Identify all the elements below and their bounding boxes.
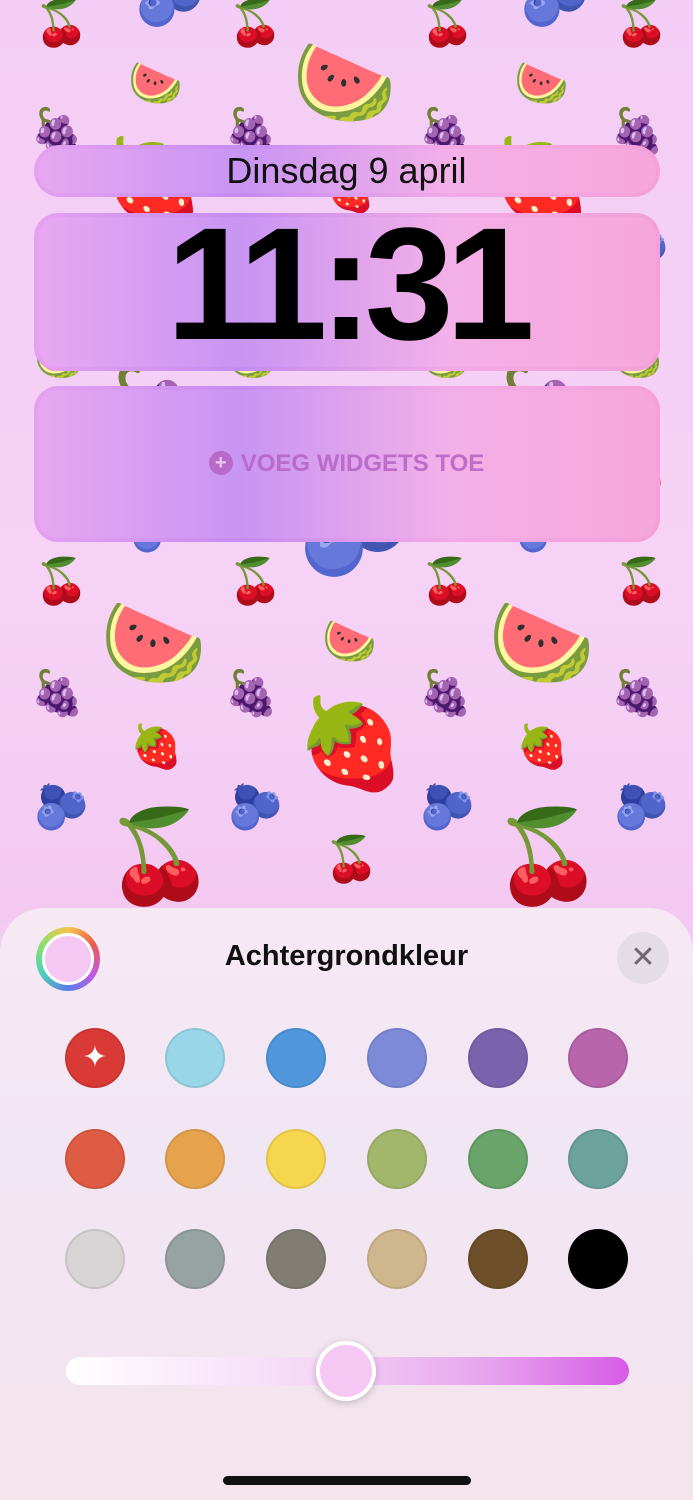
grapes-icon: 🍇 — [610, 668, 665, 719]
lock-screen-editor: 🍒 🫐 🍒 🍒 🫐 🍒 🍉 🍉 🍉 🍇 🍇 🍇 🍇 🍓 🍓 🍓 🫐 🫐 🫐 🫐 … — [0, 0, 693, 1500]
swatch-green[interactable] — [468, 1129, 528, 1189]
swatch-purple[interactable] — [468, 1028, 528, 1088]
swatch-light-gray[interactable] — [65, 1229, 125, 1289]
watermelon-icon: 🍉 — [514, 58, 569, 109]
swatch-light-blue[interactable] — [165, 1028, 225, 1088]
cherries-icon: 🍒 — [492, 804, 605, 909]
swatch-teal[interactable] — [568, 1129, 628, 1189]
plus-icon: + — [208, 451, 233, 475]
cherries-icon: 🍒 — [34, 0, 89, 49]
lock-time: 11:31 — [166, 194, 534, 373]
cherries-icon: 🍒 — [420, 556, 475, 607]
swatch-brown[interactable] — [468, 1229, 528, 1289]
cherries-icon: 🍒 — [228, 0, 283, 49]
home-indicator[interactable] — [223, 1476, 471, 1485]
swatch-orange[interactable] — [165, 1129, 225, 1189]
blueberries-icon: 🫐 — [135, 0, 205, 26]
cherries-icon: 🍒 — [614, 556, 669, 607]
blueberries-icon: 🫐 — [520, 0, 590, 26]
swatch-black[interactable] — [568, 1229, 628, 1289]
sheet-title: Achtergrondkleur — [224, 940, 469, 972]
swatch-dark-gray[interactable] — [266, 1229, 326, 1289]
grapes-icon: 🍇 — [418, 668, 473, 719]
swatch-special[interactable]: ✦ — [65, 1028, 125, 1088]
grapes-icon: 🍇 — [30, 668, 85, 719]
watermelon-icon: 🍉 — [100, 593, 208, 693]
blueberries-icon: 🫐 — [614, 782, 669, 833]
watermelon-icon: 🍉 — [322, 616, 377, 667]
swatch-yellow[interactable] — [266, 1129, 326, 1189]
swatch-blue[interactable] — [266, 1028, 326, 1088]
cherries-icon: 🍒 — [104, 804, 217, 909]
background-color-sheet — [0, 908, 693, 1500]
blueberries-icon: 🫐 — [34, 782, 89, 833]
close-icon: ✕ — [630, 941, 656, 974]
cherries-icon: 🍒 — [614, 0, 669, 49]
strawberry-icon: 🍓 — [130, 722, 183, 771]
swatch-magenta[interactable] — [568, 1028, 628, 1088]
blueberries-icon: 🫐 — [420, 782, 475, 833]
cherries-icon: 🍒 — [228, 556, 283, 607]
blueberries-icon: 🫐 — [228, 782, 283, 833]
cherries-icon: 🍒 — [324, 834, 379, 885]
swatch-tan[interactable] — [367, 1229, 427, 1289]
grapes-icon: 🍇 — [224, 668, 279, 719]
watermelon-icon: 🍉 — [488, 593, 596, 693]
sparkles-icon: ✦ — [82, 1041, 108, 1074]
watermelon-icon: 🍉 — [292, 33, 397, 131]
add-widgets-button[interactable]: + VOEG WIDGETS TOE — [0, 450, 693, 478]
swatch-slate[interactable] — [165, 1229, 225, 1289]
slider-thumb[interactable] — [316, 1341, 376, 1401]
watermelon-icon: 🍉 — [128, 58, 183, 109]
cherries-icon: 🍒 — [420, 0, 475, 49]
close-button[interactable]: ✕ — [617, 932, 669, 984]
swatch-periwinkle[interactable] — [367, 1028, 427, 1088]
add-widgets-label: VOEG WIDGETS TOE — [240, 450, 485, 477]
strawberry-icon: 🍓 — [296, 692, 406, 795]
cherries-icon: 🍒 — [34, 556, 89, 607]
strawberry-icon: 🍓 — [516, 722, 569, 771]
swatch-olive[interactable] — [367, 1129, 427, 1189]
lock-date: Dinsdag 9 april — [226, 150, 467, 191]
swatch-orange-red[interactable] — [65, 1129, 125, 1189]
